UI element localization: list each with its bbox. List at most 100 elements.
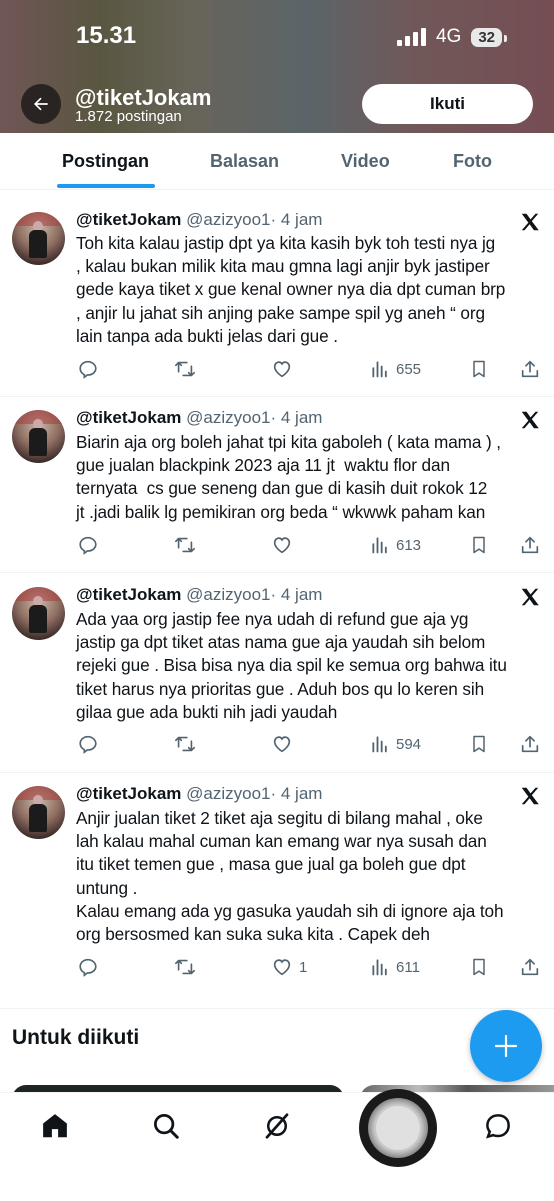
reply-icon: [79, 958, 97, 977]
like-button[interactable]: [271, 732, 299, 756]
messages-icon[interactable]: [483, 1111, 513, 1141]
bookmark-icon: [473, 735, 485, 753]
bookmark-icon: [473, 536, 485, 554]
tweet-author-name[interactable]: @tiketJokam: [76, 784, 181, 803]
bookmark-icon: [473, 958, 485, 976]
section-divider: [0, 1008, 554, 1009]
reply-button[interactable]: [77, 955, 99, 979]
like-button[interactable]: [271, 357, 299, 381]
view-count: 611: [396, 958, 420, 976]
grok-icon[interactable]: [262, 1111, 292, 1141]
x-logo-icon: [521, 787, 539, 805]
views-button[interactable]: 655: [370, 357, 421, 381]
tweet-author-name[interactable]: @tiketJokam: [76, 210, 181, 229]
back-button[interactable]: [21, 84, 61, 124]
tweet-author-handle: @azizyoo1: [186, 784, 271, 803]
profile-tabs: Postingan Balasan Video Foto: [0, 133, 554, 190]
tweet-author-name[interactable]: @tiketJokam: [76, 408, 181, 427]
like-count: 1: [299, 958, 308, 976]
tweet-actions: 655: [0, 357, 554, 381]
retweet-icon: [175, 537, 195, 553]
like-icon: [273, 959, 291, 976]
bookmark-button[interactable]: [469, 533, 489, 557]
x-logo-icon: [521, 588, 539, 606]
tweet-author-handle: @azizyoo1: [186, 585, 271, 604]
like-button[interactable]: [271, 533, 299, 557]
views-icon: [372, 361, 387, 378]
tweet-author-handle: @azizyoo1: [186, 408, 271, 427]
like-icon: [273, 736, 291, 753]
retweet-icon: [175, 736, 195, 752]
reply-button[interactable]: [77, 533, 99, 557]
tweet-timestamp: · 4 jam: [270, 210, 323, 229]
retweet-button[interactable]: [173, 357, 197, 381]
view-count: 655: [396, 360, 422, 378]
share-button[interactable]: [519, 955, 541, 979]
tab-replies[interactable]: Balasan: [210, 151, 279, 172]
retweet-icon: [175, 959, 195, 975]
compose-button[interactable]: [470, 1010, 542, 1082]
bookmark-button[interactable]: [469, 955, 489, 979]
retweet-button[interactable]: [173, 955, 197, 979]
tweet-text: Ada yaa org jastip fee nya udah di refun…: [76, 609, 507, 722]
arrow-left-icon: [34, 97, 48, 111]
search-icon[interactable]: [151, 1111, 181, 1141]
tab-photos[interactable]: Foto: [453, 151, 492, 172]
bookmark-button[interactable]: [469, 357, 489, 381]
screen-record-button[interactable]: [359, 1089, 437, 1167]
reply-button[interactable]: [77, 357, 99, 381]
home-icon[interactable]: [40, 1111, 70, 1141]
tweet[interactable]: @tiketJokam @azizyoo1· 4 jam Ada yaa org …: [0, 572, 554, 773]
avatar[interactable]: [12, 212, 65, 265]
plus-icon: [495, 1035, 517, 1057]
tweet-actions: 1 611: [0, 955, 554, 979]
retweet-button[interactable]: [173, 732, 197, 756]
share-icon: [521, 536, 539, 554]
battery-level: 32: [471, 27, 507, 47]
share-button[interactable]: [519, 533, 541, 557]
like-button[interactable]: 1: [271, 955, 307, 979]
x-logo-icon: [521, 411, 539, 429]
share-icon: [521, 958, 539, 976]
who-to-follow-title: Untuk diikuti: [12, 1026, 140, 1049]
share-button[interactable]: [519, 732, 541, 756]
reply-button[interactable]: [77, 732, 99, 756]
tweet-actions: 613: [0, 533, 554, 557]
share-button[interactable]: [519, 357, 541, 381]
active-tab-indicator: [57, 184, 155, 188]
bookmark-button[interactable]: [469, 732, 489, 756]
views-button[interactable]: 611: [370, 955, 420, 979]
reply-icon: [79, 735, 97, 754]
retweet-icon: [175, 361, 195, 377]
signal-icon: [396, 28, 426, 46]
views-icon: [372, 959, 387, 976]
view-count: 594: [396, 735, 422, 753]
views-button[interactable]: 594: [370, 732, 421, 756]
tweet-timestamp: · 4 jam: [270, 408, 323, 427]
avatar[interactable]: [12, 410, 65, 463]
retweet-button[interactable]: [173, 533, 197, 557]
bottom-nav: [0, 1092, 554, 1201]
status-time: 15.31: [76, 22, 137, 49]
tweet-author-handle: @azizyoo1: [186, 210, 271, 229]
tweet[interactable]: @tiketJokam @azizyoo1· 4 jam Anjir jualan…: [0, 772, 554, 1009]
network-type: 4G: [435, 26, 462, 47]
tweet-text: Anjir jualan tiket 2 tiket aja segitu di…: [76, 808, 504, 945]
tab-posts[interactable]: Postingan: [62, 151, 149, 172]
tweet[interactable]: @tiketJokam @azizyoo1· 4 jam Biarin aja o…: [0, 396, 554, 573]
views-icon: [372, 736, 387, 753]
tweet-text: Toh kita kalau jastip dpt ya kita kasih …: [76, 233, 506, 346]
status-indicators: 4G 32: [396, 26, 507, 48]
tab-video[interactable]: Video: [341, 151, 390, 172]
tweet-author-name[interactable]: @tiketJokam: [76, 585, 181, 604]
like-icon: [273, 361, 291, 378]
views-button[interactable]: 613: [370, 533, 421, 557]
follow-button[interactable]: Ikuti: [362, 84, 533, 124]
avatar[interactable]: [12, 786, 65, 839]
tweet[interactable]: @tiketJokam @azizyoo1· 4 jam Toh kita kal…: [0, 190, 554, 397]
reply-icon: [79, 360, 97, 379]
like-icon: [273, 537, 291, 554]
tweet-timestamp: · 4 jam: [270, 585, 323, 604]
post-count: 1.872 postingan: [75, 108, 182, 125]
avatar[interactable]: [12, 587, 65, 640]
